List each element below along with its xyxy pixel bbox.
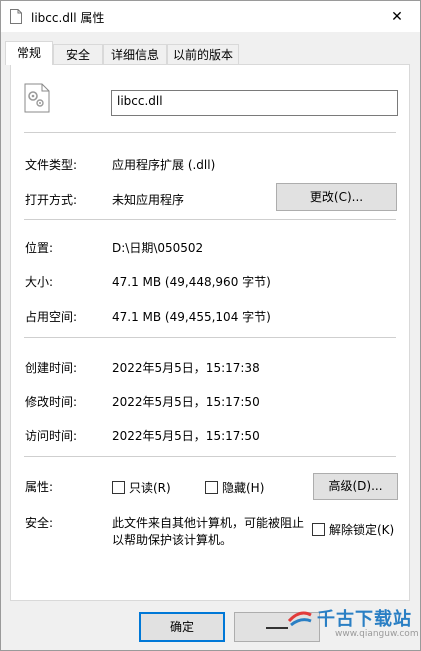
ok-button[interactable]: 确定 — [139, 612, 225, 642]
tab-previous-versions-label: 以前的版本 — [172, 48, 233, 62]
tab-previous-versions[interactable]: 以前的版本 — [167, 44, 239, 64]
close-button[interactable]: ✕ — [374, 1, 420, 32]
file-type-label: 文件类型: — [25, 158, 78, 172]
window-title: libcc.dll 属性 — [31, 11, 105, 25]
file-name-field[interactable]: libcc.dll — [111, 90, 398, 116]
file-type-value: 应用程序扩展 (.dll) — [112, 158, 216, 172]
readonly-checkbox[interactable]: 只读(R) — [112, 479, 171, 496]
size-on-disk-label: 占用空间: — [25, 310, 78, 324]
location-label: 位置: — [25, 241, 54, 255]
location-value: D:\日期\050502 — [112, 241, 204, 255]
size-label: 大小: — [25, 275, 54, 289]
close-icon: ✕ — [391, 8, 403, 25]
accessed-label: 访问时间: — [25, 429, 78, 443]
tab-security[interactable]: 安全 — [53, 44, 103, 64]
size-on-disk-value: 47.1 MB (49,455,104 字节) — [112, 310, 271, 324]
separator — [24, 337, 396, 338]
ok-button-label: 确定 — [169, 620, 194, 634]
watermark-brand: 千古下载站 — [317, 609, 412, 630]
properties-dialog: libcc.dll 属性 ✕ 常规 安全 详细信息 以前的版本 libcc.dl… — [0, 0, 421, 651]
watermark-logo-icon — [287, 611, 312, 627]
title-bar: libcc.dll 属性 ✕ — [1, 1, 420, 32]
hidden-checkbox-label: 隐藏(H) — [222, 481, 265, 495]
watermark-url: www.qianguw.com — [335, 629, 419, 639]
separator — [24, 132, 396, 133]
readonly-checkbox-label: 只读(R) — [129, 481, 171, 495]
tab-details[interactable]: 详细信息 — [103, 44, 167, 64]
separator — [24, 456, 396, 457]
security-text-line1: 此文件来自其他计算机，可能被阻止 — [112, 516, 305, 530]
change-button[interactable]: 更改(C)... — [276, 183, 397, 211]
security-text-line2: 以帮助保护该计算机。 — [112, 533, 233, 547]
tab-security-label: 安全 — [65, 48, 90, 62]
created-label: 创建时间: — [25, 361, 78, 375]
tab-general-label: 常规 — [16, 46, 41, 60]
dialog-body: 常规 安全 详细信息 以前的版本 libcc.dll 文件类型: 应用程序扩展 … — [1, 32, 420, 650]
hidden-checkbox[interactable]: 隐藏(H) — [205, 479, 264, 496]
security-label: 安全: — [25, 516, 54, 530]
size-value: 47.1 MB (49,448,960 字节) — [112, 275, 271, 289]
watermark: 千古下载站 www.qianguw.com — [287, 605, 419, 647]
attributes-label: 属性: — [25, 480, 54, 494]
cancel-button-dash — [266, 626, 288, 629]
opens-with-label: 打开方式: — [25, 193, 78, 207]
dll-file-icon — [24, 83, 50, 113]
general-panel: libcc.dll 文件类型: 应用程序扩展 (.dll) 打开方式: 未知应用… — [10, 64, 410, 601]
advanced-button[interactable]: 高级(D)... — [313, 473, 398, 500]
modified-label: 修改时间: — [25, 395, 78, 409]
accessed-value: 2022年5月5日，15:17:50 — [112, 429, 260, 443]
unblock-checkbox-label: 解除锁定(K) — [329, 523, 395, 537]
tab-general[interactable]: 常规 — [5, 41, 53, 65]
readonly-checkbox-box[interactable] — [112, 481, 125, 494]
tab-details-label: 详细信息 — [110, 48, 159, 62]
hidden-checkbox-box[interactable] — [205, 481, 218, 494]
opens-with-value: 未知应用程序 — [112, 193, 185, 207]
unblock-checkbox-box[interactable] — [312, 523, 325, 536]
separator — [24, 219, 396, 220]
unblock-checkbox[interactable]: 解除锁定(K) — [312, 521, 394, 538]
modified-value: 2022年5月5日，15:17:50 — [112, 395, 260, 409]
created-value: 2022年5月5日，15:17:38 — [112, 361, 260, 375]
file-icon-small — [10, 9, 22, 24]
